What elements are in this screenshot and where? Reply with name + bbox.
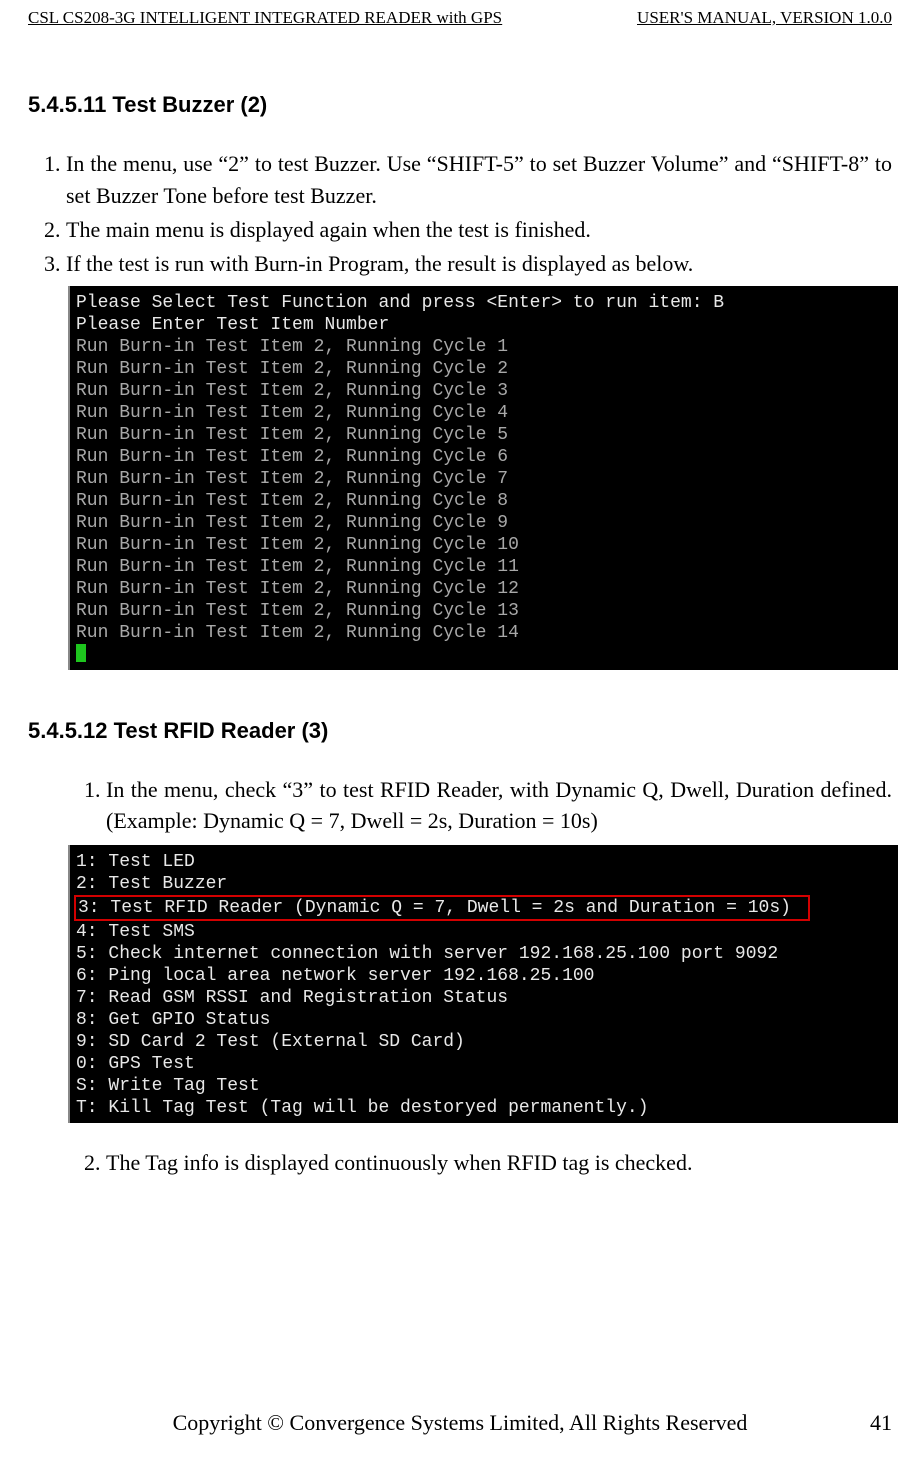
terminal-line: 5: Check internet connection with server… [76,944,778,964]
terminal-line: Run Burn-in Test Item 2, Running Cycle 1… [76,557,519,577]
list-item: If the test is run with Burn-in Program,… [66,248,892,280]
header-right: USER'S MANUAL, VERSION 1.0.0 [637,8,892,28]
terminal-cursor [76,644,86,662]
terminal-line: 9: SD Card 2 Test (External SD Card) [76,1032,465,1052]
terminal-line: 2: Test Buzzer [76,874,227,894]
terminal-line: Run Burn-in Test Item 2, Running Cycle 1… [76,535,519,555]
terminal-line: Run Burn-in Test Item 2, Running Cycle 6 [76,447,508,467]
terminal-line: 4: Test SMS [76,922,195,942]
terminal-line: Please Enter Test Item Number [76,315,389,335]
terminal-line: Run Burn-in Test Item 2, Running Cycle 1… [76,579,519,599]
list-item: The main menu is displayed again when th… [66,214,892,246]
terminal-line: Run Burn-in Test Item 2, Running Cycle 1… [76,601,519,621]
terminal-line: 8: Get GPIO Status [76,1010,270,1030]
terminal-burnin-output: Please Select Test Function and press <E… [68,286,898,670]
terminal-line: S: Write Tag Test [76,1076,260,1096]
terminal-line: T: Kill Tag Test (Tag will be destoryed … [76,1098,649,1118]
footer-copyright: Copyright © Convergence Systems Limited,… [28,1410,892,1436]
terminal-line: Run Burn-in Test Item 2, Running Cycle 1 [76,337,508,357]
list-item: In the menu, use “2” to test Buzzer. Use… [66,148,892,212]
terminal-line: Run Burn-in Test Item 2, Running Cycle 1… [76,623,519,643]
rfid-steps-list: In the menu, check “3” to test RFID Read… [68,774,892,838]
list-item: The Tag info is displayed continuously w… [106,1147,892,1179]
terminal-line: Run Burn-in Test Item 2, Running Cycle 9 [76,513,508,533]
terminal-line: Run Burn-in Test Item 2, Running Cycle 3 [76,381,508,401]
buzzer-steps-list: In the menu, use “2” to test Buzzer. Use… [28,148,892,280]
terminal-line: Run Burn-in Test Item 2, Running Cycle 5 [76,425,508,445]
terminal-line: Run Burn-in Test Item 2, Running Cycle 8 [76,491,508,511]
terminal-line: 0: GPS Test [76,1054,195,1074]
footer-page-number: 41 [870,1410,892,1436]
terminal-line: 1: Test LED [76,852,195,872]
section-heading-test-buzzer: 5.4.5.11 Test Buzzer (2) [28,92,892,118]
page-header: CSL CS208-3G INTELLIGENT INTEGRATED READ… [28,0,892,34]
terminal-line: Please Select Test Function and press <E… [76,293,724,313]
terminal-line: Run Burn-in Test Item 2, Running Cycle 7 [76,469,508,489]
terminal-line: 7: Read GSM RSSI and Registration Status [76,988,508,1008]
terminal-line-highlighted: 3: Test RFID Reader (Dynamic Q = 7, Dwel… [74,895,810,921]
terminal-line: Run Burn-in Test Item 2, Running Cycle 4 [76,403,508,423]
header-left: CSL CS208-3G INTELLIGENT INTEGRATED READ… [28,8,502,28]
terminal-line: Run Burn-in Test Item 2, Running Cycle 2 [76,359,508,379]
list-item: In the menu, check “3” to test RFID Read… [106,774,892,838]
rfid-steps-list-cont: The Tag info is displayed continuously w… [68,1147,892,1179]
page-footer: Copyright © Convergence Systems Limited,… [0,1410,920,1436]
terminal-line: 6: Ping local area network server 192.16… [76,966,594,986]
section-heading-test-rfid: 5.4.5.12 Test RFID Reader (3) [28,718,892,744]
terminal-menu-output: 1: Test LED 2: Test Buzzer 3: Test RFID … [68,845,898,1123]
